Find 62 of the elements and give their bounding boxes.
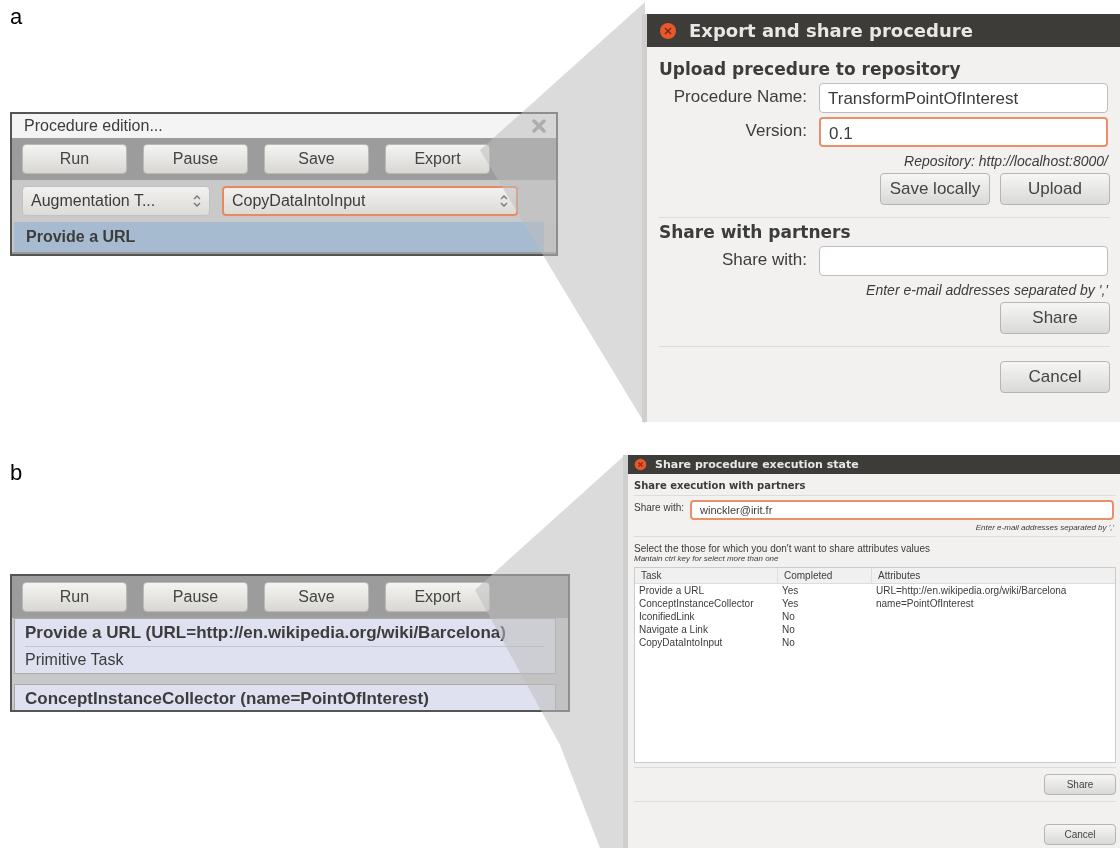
- toolbar-button[interactable]: Save: [264, 582, 369, 612]
- column-header[interactable]: Attributes: [872, 568, 1115, 583]
- section-heading: Share with partners: [659, 222, 852, 242]
- spinner-arrows-icon: [500, 194, 508, 208]
- dialog-button[interactable]: Upload: [1000, 173, 1110, 205]
- table-cell-text: Provide a URL: [638, 584, 706, 597]
- task-item[interactable]: Provide a URL: [14, 222, 544, 252]
- dialog-button[interactable]: Save locally: [880, 173, 990, 205]
- task-title: Provide a URL (URL=http://en.wikipedia.org/wiki/Barcelona): [25, 623, 545, 647]
- cancel-button[interactable]: Cancel: [1000, 361, 1110, 393]
- dialog-button[interactable]: Share: [1000, 302, 1110, 334]
- instruction-text: Select the those for which you don't want to share attributes values: [634, 543, 931, 554]
- toolbar-button[interactable]: Pause: [143, 582, 248, 612]
- toolbar-button[interactable]: Run: [22, 144, 127, 174]
- text-field[interactable]: TransformPointOfInterest: [819, 83, 1108, 113]
- hint-text: Enter e-mail addresses separated by ',': [865, 282, 1108, 298]
- task-title: ConceptInstanceCollector (name=PointOfInterest): [25, 689, 545, 710]
- field-label: Procedure Name:: [672, 86, 807, 107]
- toolbar-button[interactable]: Export: [385, 582, 490, 612]
- hint-text: Enter e-mail addresses separated by ',': [974, 523, 1114, 532]
- spinner-arrows-icon: [193, 194, 201, 208]
- hint-text: Repository: http://localhost:8000/: [903, 153, 1108, 169]
- text-field[interactable]: [819, 246, 1108, 276]
- toolbar-button[interactable]: Export: [385, 144, 490, 174]
- close-icon[interactable]: [659, 21, 677, 40]
- table-cell-text: Navigate a Link: [638, 623, 709, 636]
- column-header[interactable]: Task: [635, 568, 778, 583]
- close-icon[interactable]: [634, 458, 647, 471]
- table-cell-text: URL=http://en.wikipedia.org/wiki/Barcelona: [875, 584, 1068, 597]
- toolbar-button[interactable]: Save: [264, 144, 369, 174]
- table-cell-text: Yes: [781, 597, 800, 610]
- table-cell-text: No: [781, 623, 796, 636]
- field-label: Share with:: [634, 501, 685, 513]
- toolbar-button[interactable]: Run: [22, 582, 127, 612]
- field-label: Version:: [744, 120, 807, 141]
- cancel-button[interactable]: Cancel: [1044, 824, 1116, 845]
- share-button[interactable]: Share: [1044, 774, 1116, 795]
- table-cell-text: No: [781, 636, 796, 649]
- panel-label: b: [10, 460, 23, 486]
- dropdown[interactable]: CopyDataIntoInput: [222, 186, 518, 216]
- table-cell-text: Yes: [781, 584, 800, 597]
- field-label: Share with:: [720, 249, 807, 270]
- panel-label: a: [10, 4, 23, 30]
- table-cell-text: ConceptInstanceCollector: [638, 597, 755, 610]
- note-text: Mantain ctrl key for select more than one: [634, 554, 780, 563]
- text-field[interactable]: winckler@irit.fr: [690, 500, 1114, 520]
- column-header[interactable]: Completed: [778, 568, 872, 583]
- section-heading: Share execution with partners: [634, 480, 807, 491]
- table-cell-text: name=PointOfInterest: [875, 597, 975, 610]
- section-heading: Upload precedure to repository: [659, 59, 962, 79]
- text-field[interactable]: 0.1: [819, 117, 1108, 147]
- task-item[interactable]: Provide a URL (URL=http://en.wikipedia.org/wiki/Barcelona) Primitive Task: [14, 618, 556, 674]
- task-item[interactable]: ConceptInstanceCollector (name=PointOfInterest): [14, 684, 556, 710]
- dropdown[interactable]: Augmentation T...: [22, 186, 210, 216]
- task-type: Primitive Task: [25, 650, 125, 669]
- toolbar-button[interactable]: Pause: [143, 144, 248, 174]
- table-cell-text: CopyDataIntoInput: [638, 636, 724, 649]
- dialog-title: Export and share procedure: [689, 20, 973, 41]
- window-title: Procedure edition...: [24, 117, 163, 135]
- dialog-title: Share procedure execution state: [655, 458, 859, 471]
- table-cell-text: No: [781, 610, 796, 623]
- table-cell-text: IconifiedLink: [638, 610, 696, 623]
